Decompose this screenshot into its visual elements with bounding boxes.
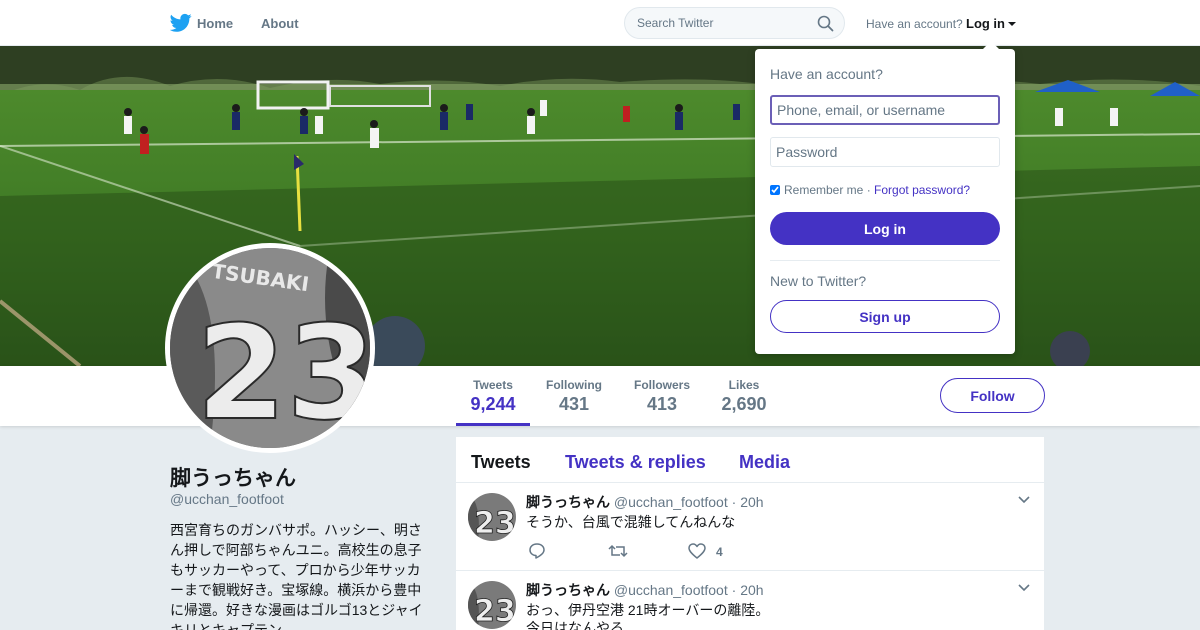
tweet-avatar[interactable]: 23 [468, 493, 516, 541]
profile-bio: 西宮育ちのガンバサポ。ハッシー、明さん押しで阿部ちゃんユニ。高校生の息子もサッカ… [170, 522, 423, 630]
profile-name[interactable]: 脚うっちゃん [170, 462, 296, 492]
have-account-text: Have an account? [866, 17, 963, 31]
stat-followers[interactable]: Followers 413 [628, 378, 696, 426]
stat-value: 431 [558, 394, 590, 414]
nav-about-link[interactable]: About [261, 16, 299, 31]
profile-handle[interactable]: @ucchan_footfoot [170, 491, 284, 507]
tweet-text: おっ、伊丹空港 21時オーバーの離陸。 今日はなんやろ [526, 601, 769, 630]
tweet-separator: · [731, 494, 737, 510]
login-toggle-label: Log in [966, 16, 1005, 31]
jersey-number: 23 [474, 506, 516, 541]
timeline: Tweets Tweets & replies Media 23 脚うっちゃん … [456, 437, 1044, 630]
tweet-text-line: おっ、伊丹空港 21時オーバーの離陸。 [526, 602, 770, 618]
remember-separator: · [866, 183, 871, 197]
tweet-avatar[interactable]: 23 [468, 581, 516, 629]
stat-value: 413 [646, 394, 678, 414]
nav-home-link[interactable]: Home [197, 16, 233, 31]
retweet-icon[interactable] [608, 542, 628, 560]
tweet-item[interactable]: 23 脚うっちゃん @ucchan_footfoot · 20h そうか、台風で… [456, 483, 1044, 571]
tweet-author-handle[interactable]: @ucchan_footfoot [614, 494, 728, 510]
profile-avatar[interactable]: TSUBAKI 23 [165, 243, 375, 453]
username-field[interactable] [770, 95, 1000, 125]
avatar-image: TSUBAKI 23 [170, 248, 370, 448]
jersey-number: 23 [474, 594, 516, 629]
avatar-image: 23 [468, 493, 516, 541]
tweet-header: 脚うっちゃん @ucchan_footfoot · 20h [526, 580, 764, 600]
stat-tweets[interactable]: Tweets 9,244 [456, 378, 530, 426]
timeline-tabs: Tweets Tweets & replies Media [456, 437, 1044, 483]
forgot-password-link[interactable]: Forgot password? [874, 183, 970, 197]
password-field[interactable] [770, 137, 1000, 167]
divider [770, 260, 1000, 261]
tweet-author-name[interactable]: 脚うっちゃん [526, 494, 610, 510]
stat-value: 9,244 [470, 394, 516, 414]
signup-button[interactable]: Sign up [770, 300, 1000, 333]
remember-me-label[interactable]: Remember me [784, 183, 863, 197]
stat-value: 2,690 [721, 394, 767, 414]
reply-icon[interactable] [528, 542, 546, 560]
tweet-text: そうか、台風で混雑してんねんな [526, 514, 736, 530]
heart-icon[interactable] [688, 542, 706, 560]
twitter-bird-icon[interactable] [170, 13, 192, 33]
avatar-image: 23 [468, 581, 516, 629]
dropdown-title: Have an account? [770, 66, 883, 82]
tweet-timestamp[interactable]: 20h [740, 582, 763, 598]
tweet-header: 脚うっちゃん @ucchan_footfoot · 20h [526, 492, 764, 512]
remember-me-row: Remember me · Forgot password? [770, 183, 970, 197]
tab-tweets-replies[interactable]: Tweets & replies [565, 452, 706, 473]
remember-me-checkbox[interactable] [770, 185, 780, 195]
new-to-twitter-text: New to Twitter? [770, 273, 867, 289]
tweet-item[interactable]: 23 脚うっちゃん @ucchan_footfoot · 20h おっ、伊丹空港… [456, 571, 1044, 630]
search-box [624, 7, 845, 39]
stat-label: Tweets [473, 378, 513, 392]
tweet-text-line: 今日はなんやろ [526, 620, 624, 630]
chevron-down-icon[interactable] [1018, 584, 1030, 592]
login-dropdown-toggle[interactable]: Log in [966, 16, 1016, 31]
stat-following[interactable]: Following 431 [540, 378, 608, 426]
follow-button[interactable]: Follow [940, 378, 1045, 413]
tab-tweets[interactable]: Tweets [471, 452, 531, 473]
tweet-separator: · [731, 582, 737, 598]
stat-likes[interactable]: Likes 2,690 [714, 378, 774, 426]
search-icon[interactable] [817, 15, 834, 32]
stat-label: Likes [728, 378, 760, 392]
tweet-timestamp[interactable]: 20h [740, 494, 763, 510]
login-dropdown: Have an account? Remember me · Forgot pa… [755, 41, 1015, 354]
chevron-down-icon [1008, 22, 1016, 26]
stat-label: Followers [633, 378, 690, 392]
top-navigation: Home About Have an account? Log in [0, 0, 1200, 46]
stat-label: Following [546, 378, 602, 392]
like-count: 4 [716, 545, 723, 559]
chevron-down-icon[interactable] [1018, 496, 1030, 504]
tweet-author-handle[interactable]: @ucchan_footfoot [614, 582, 728, 598]
search-input[interactable] [625, 8, 805, 38]
tweet-author-name[interactable]: 脚うっちゃん [526, 582, 610, 598]
login-button[interactable]: Log in [770, 212, 1000, 245]
tab-media[interactable]: Media [739, 452, 790, 473]
